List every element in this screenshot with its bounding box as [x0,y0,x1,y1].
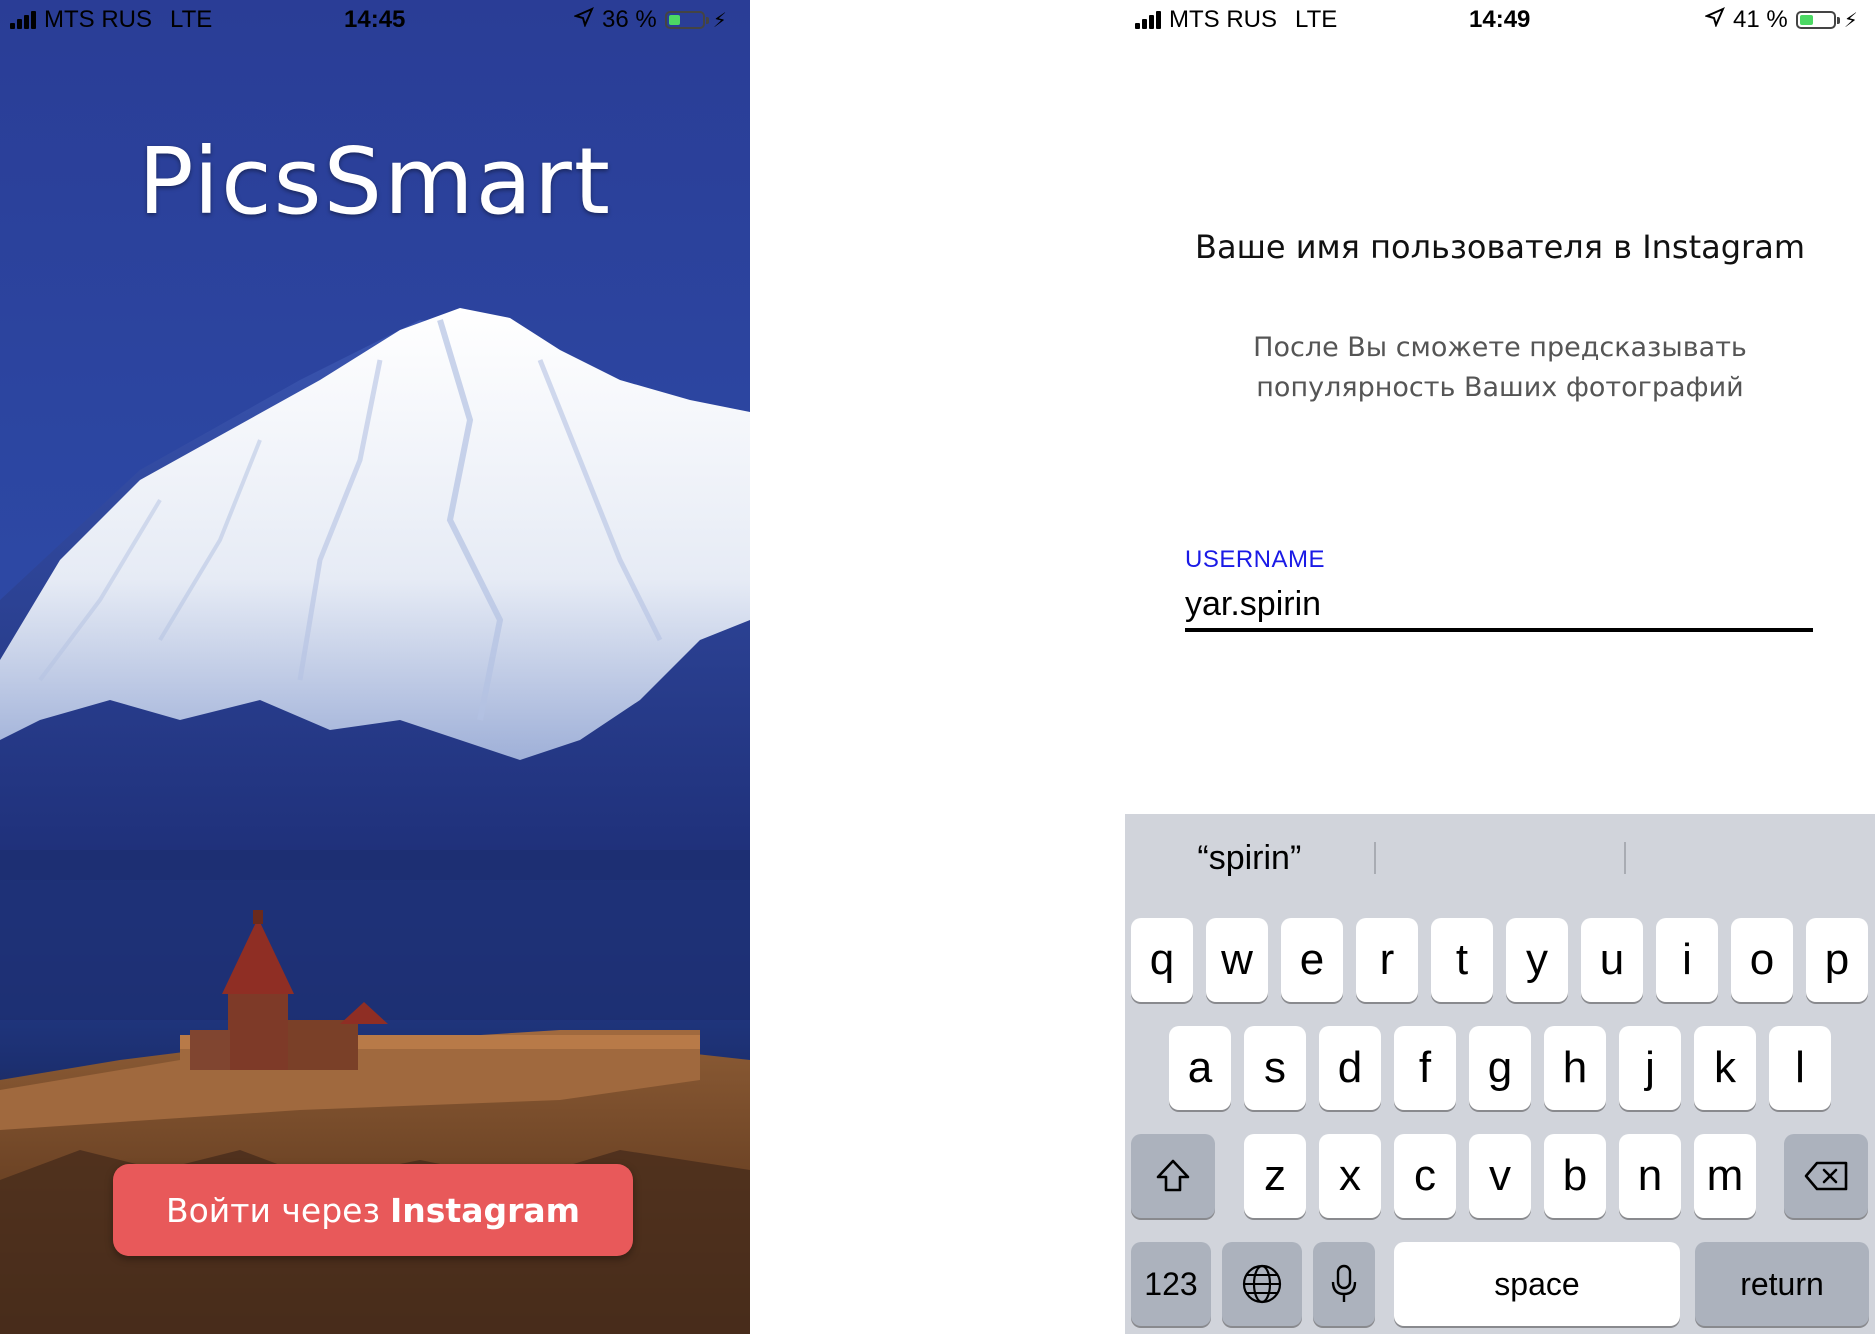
login-button-brand: Instagram [390,1190,581,1230]
key-letter[interactable]: d [1319,1026,1381,1110]
key-letter[interactable]: q [1131,918,1193,1002]
ios-keyboard: “spirin” q w e r t y u i o p a s d f g h [1125,814,1875,1334]
username-label: USERNAME [1185,546,1326,573]
screenshot-pair: MTS RUS LTE 14:45 36 % ⚡ PicsSmart Войти… [0,0,1875,1334]
location-arrow-icon [1704,6,1725,34]
login-button-prefix: Войти через [165,1190,381,1230]
battery-icon [664,11,709,29]
status-bar-right: 41 % ⚡ [1704,6,1858,34]
network-label: LTE [170,6,213,33]
backspace-key[interactable] [1784,1134,1868,1218]
location-arrow-icon [573,6,594,34]
login-screen: MTS RUS LTE 14:45 36 % ⚡ PicsSmart Войти… [0,0,750,1334]
key-letter[interactable]: e [1281,918,1343,1002]
key-letter[interactable]: f [1394,1026,1456,1110]
microphone-key[interactable] [1313,1242,1375,1326]
status-bar-left: MTS RUS LTE [1135,6,1337,34]
key-letter[interactable]: b [1544,1134,1606,1218]
username-input[interactable] [1185,580,1813,632]
key-letter[interactable]: a [1169,1026,1231,1110]
shift-icon [1156,1159,1190,1192]
suggestion-bar: “spirin” [1125,814,1875,902]
charging-bolt-icon: ⚡ [1843,9,1858,32]
app-title: PicsSmart [138,128,612,235]
key-letter[interactable]: n [1619,1134,1681,1218]
numbers-key[interactable]: 123 [1131,1242,1211,1326]
signal-icon [10,11,36,29]
charging-bolt-icon: ⚡ [712,9,727,32]
backspace-icon [1804,1161,1848,1191]
login-with-instagram-button[interactable]: Войти через Instagram [113,1164,633,1256]
status-time: 14:49 [1469,6,1531,33]
space-key[interactable]: space [1394,1242,1680,1326]
globe-icon [1242,1264,1282,1304]
battery-percent: 36 % [602,6,657,33]
suggestion-item[interactable] [1376,814,1625,902]
key-letter[interactable]: l [1769,1026,1831,1110]
battery-fill [1799,15,1813,25]
subheading-line: После Вы сможете предсказывать [1253,332,1747,363]
screen-heading: Ваше имя пользователя в Instagram [1195,228,1805,266]
key-letter[interactable]: m [1694,1134,1756,1218]
carrier-label: MTS RUS [1169,6,1277,33]
battery-icon [1795,11,1840,29]
status-bar-left: MTS RUS LTE [10,6,212,34]
key-letter[interactable]: o [1731,918,1793,1002]
battery-fill [668,15,681,25]
key-letter[interactable]: z [1244,1134,1306,1218]
screen-subheading: После Вы сможете предсказывать популярно… [1125,328,1875,408]
shift-key[interactable] [1131,1134,1215,1218]
signal-icon [1135,11,1161,29]
network-label: LTE [1295,6,1338,33]
key-letter[interactable]: j [1619,1026,1681,1110]
status-bar-right: 36 % ⚡ [573,6,727,34]
battery-percent: 41 % [1733,6,1788,33]
subheading-line: популярность Ваших фотографий [1256,372,1744,403]
key-letter[interactable]: t [1431,918,1493,1002]
suggestion-item[interactable] [1626,814,1875,902]
key-letter[interactable]: s [1244,1026,1306,1110]
key-letter[interactable]: h [1544,1026,1606,1110]
key-letter[interactable]: i [1656,918,1718,1002]
key-letter[interactable]: w [1206,918,1268,1002]
key-letter[interactable]: v [1469,1134,1531,1218]
key-letter[interactable]: y [1506,918,1568,1002]
suggestion-item[interactable]: “spirin” [1125,814,1374,902]
return-key[interactable]: return [1695,1242,1869,1326]
key-letter[interactable]: r [1356,918,1418,1002]
key-letter[interactable]: x [1319,1134,1381,1218]
globe-key[interactable] [1222,1242,1302,1326]
key-letter[interactable]: p [1806,918,1868,1002]
carrier-label: MTS RUS [44,6,152,33]
key-letter[interactable]: k [1694,1026,1756,1110]
microphone-icon [1331,1264,1357,1302]
key-letter[interactable]: c [1394,1134,1456,1218]
status-time: 14:45 [344,6,406,33]
key-letter[interactable]: u [1581,918,1643,1002]
username-screen: MTS RUS LTE 14:49 41 % ⚡ Ваше имя пользо… [1125,0,1875,1334]
key-letter[interactable]: g [1469,1026,1531,1110]
